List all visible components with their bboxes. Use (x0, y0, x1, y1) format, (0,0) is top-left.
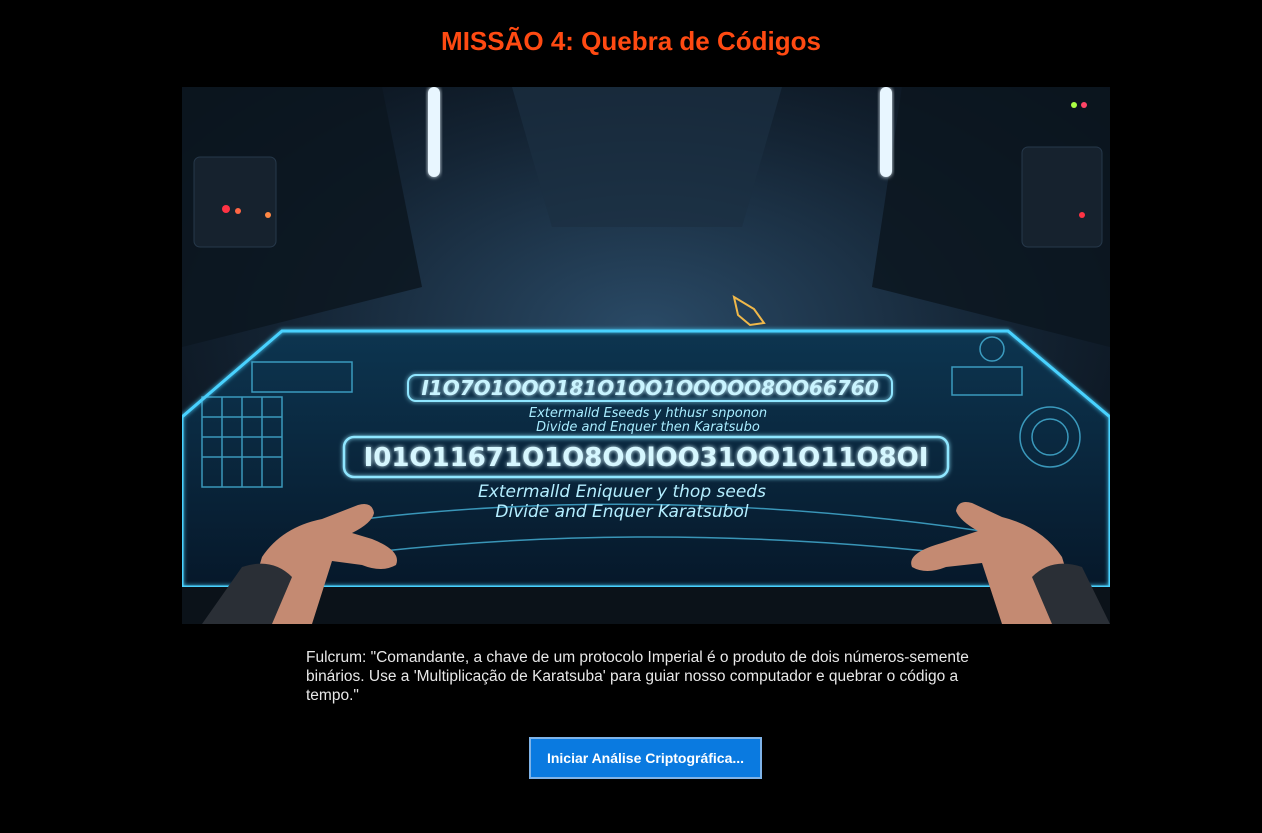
mission-illustration: I1O7O1OOO181O1OO1OOOOO8OO66760 Extermall… (182, 87, 1110, 624)
mission-page: MISSÃO 4: Quebra de Códigos I1O7O1OOO181… (0, 0, 1262, 833)
hologram-caption-line-2: Divide and Enquer then Karatsubo (536, 420, 760, 435)
mission-title: MISSÃO 4: Quebra de Códigos (441, 26, 821, 56)
hologram-binary-line-1: I1O7O1OOO181O1OO1OOOOO8OO66760 (421, 376, 878, 400)
hologram-caption-line-1: Extermalld Eseeds y hthusr snponon (529, 406, 767, 421)
fulcrum-dialogue: Fulcrum: "Comandante, a chave de um prot… (306, 649, 969, 704)
hologram-binary-line-2: I01O11671O1O8OOlOO31OO1O11O8OI (364, 443, 929, 473)
start-crypto-analysis-button[interactable]: Iniciar Análise Criptográfica... (529, 737, 762, 779)
hologram-caption-line-3: Extermalld Eniquuer y thop seeds (478, 482, 766, 502)
hologram-caption-line-4: Divide and Enquer Karatsubol (495, 502, 748, 522)
